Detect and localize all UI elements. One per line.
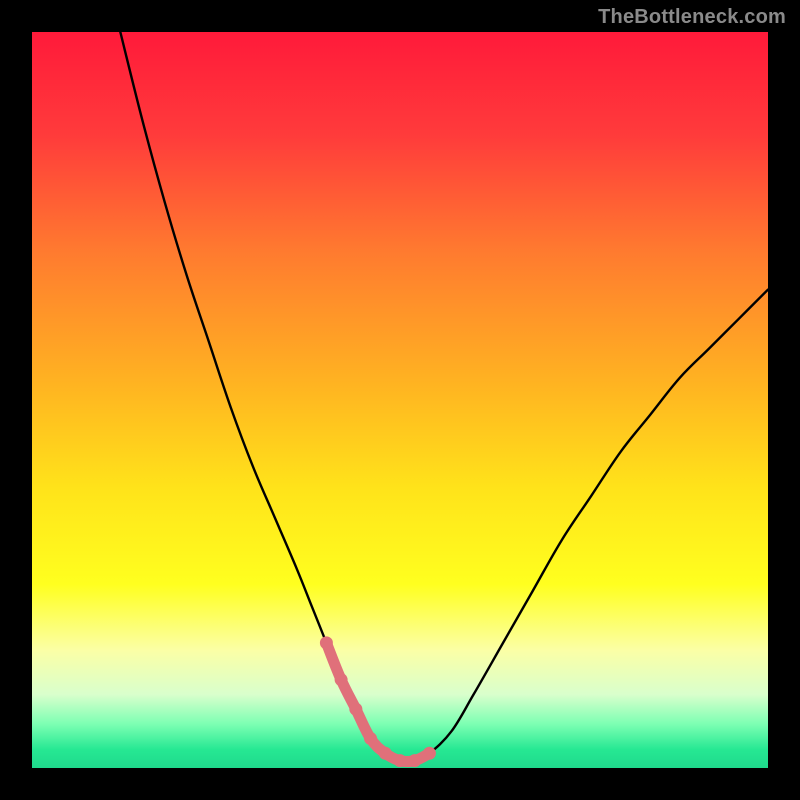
watermark: TheBottleneck.com: [598, 6, 786, 29]
chart-frame: TheBottleneck.com: [0, 0, 800, 800]
optimal-range-highlight: [326, 643, 429, 762]
plot-area: [32, 32, 768, 768]
bottleneck-curve: [32, 32, 768, 768]
